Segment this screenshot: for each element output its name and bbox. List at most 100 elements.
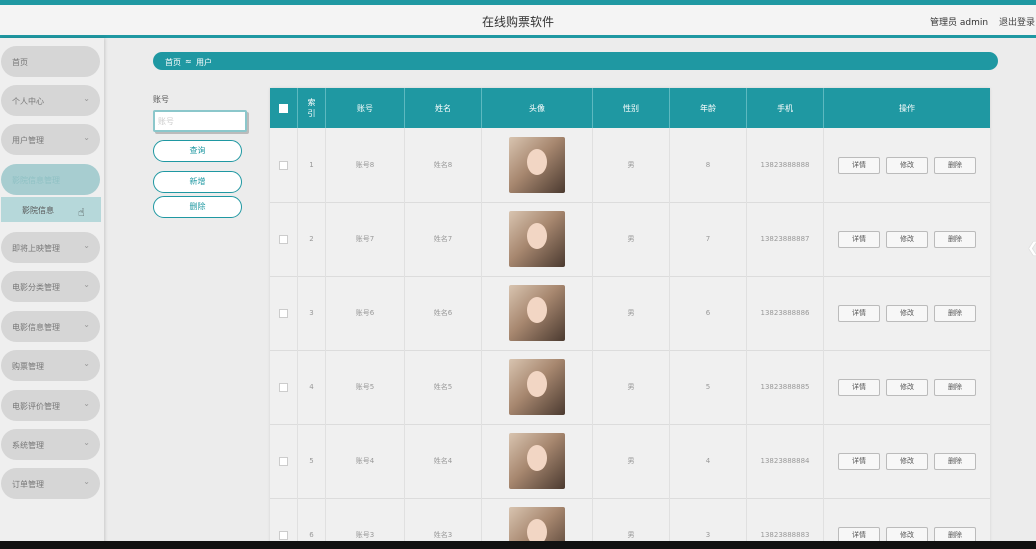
detail-button[interactable]: 详情 [838,378,880,396]
row-checkbox[interactable] [270,202,298,276]
cell-age: 5 [670,350,747,424]
sidebar-item-label: 影院信息管理 [12,176,60,185]
cell-gender: 男 [593,276,670,350]
query-button[interactable]: 查询 [153,140,242,162]
avatar [509,211,565,267]
chevron-down-icon: ⌄ [83,399,90,408]
sidebar-item-label: 订单管理 [12,480,44,489]
checkbox-icon [279,382,288,392]
chevron-down-icon: ⌄ [83,320,90,329]
detail-button[interactable]: 详情 [838,156,880,174]
column-header-name: 姓名 [405,88,482,128]
checkbox-icon [279,456,288,466]
sidebar-item-orders[interactable]: 订单管理 ⌄ [1,468,100,499]
add-button[interactable]: 新增 [153,171,242,193]
app-title: 在线购票软件 [481,15,554,29]
sidebar-item-ticket[interactable]: 购票管理 ⌄ [1,350,100,381]
avatar [509,285,565,341]
delete-button[interactable]: 删除 [934,378,976,396]
table-row: 1 账号8 姓名8 男 8 13823888888 详情 修改 删除 [270,128,990,203]
cell-avatar [482,202,593,276]
edit-button[interactable]: 修改 [886,304,928,322]
account-search-input[interactable] [153,110,247,132]
bottom-bar [0,541,1036,549]
sidebar-subitem-cinema-info[interactable]: 影院信息 [1,197,101,222]
column-header-avatar: 头像 [482,88,593,128]
sidebar-item-label: 首页 [12,58,28,67]
cell-index: 5 [298,424,326,498]
cell-age: 4 [670,424,747,498]
cell-avatar [482,350,593,424]
detail-button[interactable]: 详情 [838,230,880,248]
edit-button[interactable]: 修改 [886,378,928,396]
logout-link[interactable]: 退出登录 [999,15,1035,28]
column-header-actions: 操作 [899,103,915,113]
sidebar-item-movie-info[interactable]: 电影信息管理 ⌄ [1,311,100,342]
cell-gender: 男 [593,350,670,424]
cell-name: 姓名5 [405,350,482,424]
admin-label: 管理员 admin [930,18,989,28]
sidebar-item-user-management[interactable]: 用户管理 ⌄ [1,124,100,155]
cell-gender: 男 [593,202,670,276]
sidebar-item-personal-center[interactable]: 个人中心 ⌄ [1,85,100,116]
sidebar-item-label: 即将上映管理 [12,244,60,253]
edit-button[interactable]: 修改 [886,452,928,470]
chevron-left-icon[interactable]: ❮ [1027,240,1036,256]
users-table: 索引 账号 姓名 头像 性别 年龄 手机 操作 1 账号8 姓名8 男 8 13… [270,88,990,549]
chevron-down-icon: ⌄ [83,94,90,103]
sidebar-item-system[interactable]: 系统管理 ⌄ [1,429,100,460]
sidebar-item-upcoming[interactable]: 即将上映管理 ⌄ [1,232,100,263]
cell-account: 账号8 [326,128,405,202]
sidebar-item-label: 个人中心 [12,97,44,106]
row-checkbox[interactable] [270,276,298,350]
checkbox-icon [279,308,288,318]
cell-account: 账号4 [326,424,405,498]
cell-index: 1 [298,128,326,202]
column-header-gender: 性别 [593,88,670,128]
cell-index: 4 [298,350,326,424]
delete-button[interactable]: 删除 [934,156,976,174]
checkbox-icon [279,530,288,540]
cell-avatar [482,128,593,202]
select-all-checkbox[interactable] [270,88,298,128]
sidebar-item-label: 系统管理 [12,441,44,450]
cell-account: 账号5 [326,350,405,424]
sidebar-item-home[interactable]: 首页 [1,46,100,77]
sidebar-item-label: 用户管理 [12,136,44,145]
delete-selected-button[interactable]: 删除 [153,196,242,218]
delete-button[interactable]: 删除 [934,230,976,248]
sidebar: 首页 个人中心 ⌄ 用户管理 ⌄ 影院信息管理 影院信息 即将上映管理 ⌄ 电影分类管… [0,38,104,549]
detail-button[interactable]: 详情 [838,452,880,470]
cell-actions: 详情 修改 删除 [824,350,990,424]
breadcrumb-home[interactable]: 首页 [165,57,181,68]
chevron-down-icon: ⌄ [83,359,90,368]
sidebar-item-cinema-management[interactable]: 影院信息管理 [1,164,100,195]
sidebar-item-label: 电影评价管理 [12,402,60,411]
cell-phone: 13823888888 [747,128,824,202]
chevron-down-icon: ⌄ [83,438,90,447]
sidebar-item-movie-review[interactable]: 电影评价管理 ⌄ [1,390,100,421]
sidebar-item-label: 电影分类管理 [12,283,60,292]
detail-button[interactable]: 详情 [838,304,880,322]
column-header-phone: 手机 [747,88,824,128]
edit-button[interactable]: 修改 [886,230,928,248]
column-header-index: 索引 [298,88,326,128]
cell-gender: 男 [593,128,670,202]
chevron-down-icon: ⌄ [83,133,90,142]
row-checkbox[interactable] [270,424,298,498]
row-checkbox[interactable] [270,350,298,424]
column-header-age: 年龄 [670,88,747,128]
cell-phone: 13823888884 [747,424,824,498]
row-checkbox[interactable] [270,128,298,202]
breadcrumb: 首页 ≈ 用户 [153,52,998,70]
cell-index: 2 [298,202,326,276]
cell-gender: 男 [593,424,670,498]
cell-actions: 详情 修改 删除 [824,128,990,202]
edit-button[interactable]: 修改 [886,156,928,174]
avatar [509,433,565,489]
table-row: 4 账号5 姓名5 男 5 13823888885 详情 修改 删除 [270,350,990,425]
sidebar-item-movie-category[interactable]: 电影分类管理 ⌄ [1,271,100,302]
breadcrumb-current: 用户 [196,58,212,67]
delete-button[interactable]: 删除 [934,304,976,322]
delete-button[interactable]: 删除 [934,452,976,470]
